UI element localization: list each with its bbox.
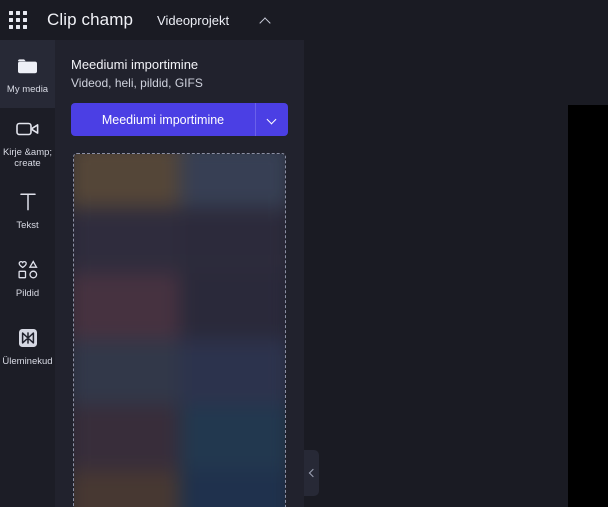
project-name-label[interactable]: Videoprojekt <box>157 13 229 28</box>
sidebar-item-record-create[interactable]: Kirje &amp; create <box>0 108 55 176</box>
sidebar-item-my-media[interactable]: My media <box>0 40 55 108</box>
import-media-button-group: Meediumi importimine <box>71 103 288 136</box>
media-dropzone[interactable] <box>73 153 286 507</box>
media-thumbnail <box>74 154 180 208</box>
sidebar-item-label: My media <box>6 84 49 95</box>
clipchamp-window: Clip champ Videoprojekt My media Kirje &… <box>0 0 608 507</box>
sidebar-item-label: Tekst <box>16 220 39 231</box>
media-thumbnail <box>179 154 285 208</box>
media-thumbnail <box>74 207 180 274</box>
panel-subtitle: Videod, heli, pildid, GIFS <box>71 76 203 90</box>
left-rail: My media Kirje &amp; create Tekst Pildid… <box>0 40 55 507</box>
media-thumbnail <box>74 273 180 340</box>
folder-icon <box>16 53 40 79</box>
sidebar-item-text[interactable]: Tekst <box>0 176 55 244</box>
media-panel-header: Meediumi importimine Videod, heli, pildi… <box>55 40 304 91</box>
sidebar-item-label: Üleminekud <box>2 356 53 367</box>
media-thumbnail <box>179 470 285 507</box>
media-thumbnail <box>74 470 180 507</box>
video-camera-icon <box>15 116 41 142</box>
video-preview-surface[interactable] <box>568 105 608 507</box>
text-t-icon <box>18 189 38 215</box>
media-thumbnail <box>179 207 285 274</box>
media-thumbnail <box>179 273 285 340</box>
top-bar: Clip champ Videoprojekt <box>0 0 608 40</box>
panel-title: Meediumi importimine <box>71 57 199 72</box>
sidebar-item-label: Kirje &amp; create <box>2 146 53 169</box>
import-media-button[interactable]: Meediumi importimine <box>71 103 256 136</box>
sidebar-item-transitions[interactable]: Üleminekud <box>0 312 55 380</box>
media-thumbnail <box>179 339 285 405</box>
media-thumbnail <box>74 339 180 405</box>
media-thumbnail <box>179 404 285 471</box>
chevron-left-icon <box>308 469 316 477</box>
media-panel: Meediumi importimine Videod, heli, pildi… <box>55 40 304 507</box>
sidebar-item-images[interactable]: Pildid <box>0 244 55 312</box>
shapes-icon <box>16 257 40 283</box>
editor-stage[interactable] <box>304 40 608 507</box>
sidebar-item-label: Pildid <box>15 288 40 299</box>
apps-grid-button[interactable] <box>0 0 36 40</box>
transitions-icon <box>16 325 40 351</box>
chevron-down-icon <box>267 115 277 125</box>
apps-grid-icon <box>9 11 27 29</box>
media-thumbnail <box>74 404 180 471</box>
brand-label: Clip champ <box>47 10 134 29</box>
panel-collapse-button[interactable] <box>304 450 319 496</box>
chevron-up-icon[interactable] <box>259 13 273 27</box>
import-media-dropdown-button[interactable] <box>256 103 288 136</box>
blurred-media-thumbnails <box>74 154 285 507</box>
